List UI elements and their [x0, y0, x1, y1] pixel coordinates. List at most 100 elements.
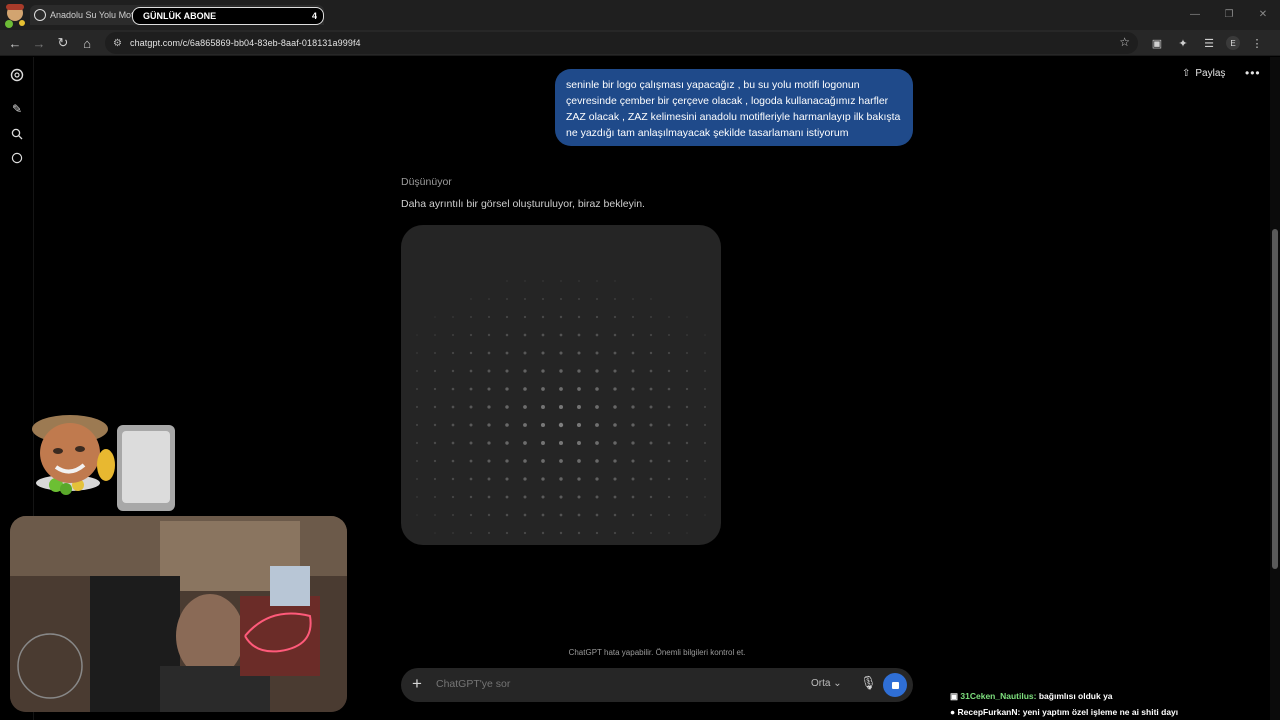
loading-dot: [487, 423, 491, 427]
loading-dot: [542, 280, 544, 282]
new-chat-icon[interactable]: ✎: [8, 100, 26, 118]
loading-dot: [487, 387, 491, 391]
minimize-icon[interactable]: —: [1178, 0, 1212, 28]
thinking-label[interactable]: Düşünüyor: [401, 176, 452, 188]
webcam-feed: [10, 516, 347, 712]
loading-dot: [649, 495, 653, 499]
loading-dot: [686, 316, 688, 318]
cast-icon[interactable]: ▣: [1148, 34, 1166, 52]
loading-dot: [631, 441, 635, 445]
more-options-icon[interactable]: •••: [1245, 66, 1261, 80]
close-icon[interactable]: ✕: [1246, 0, 1280, 28]
home-icon[interactable]: ⌂: [78, 34, 96, 52]
loading-dot: [433, 441, 437, 445]
loading-dot: [704, 514, 706, 516]
add-attachment-icon[interactable]: +: [412, 674, 422, 694]
loading-dot: [541, 369, 545, 373]
loading-dot: [649, 513, 653, 517]
site-info-icon[interactable]: ⚙: [113, 38, 122, 49]
extension-icons: ▣ ✦ ☰ E ⋮: [1148, 34, 1266, 52]
loading-dot: [613, 423, 617, 427]
chat-text: bağımlısı olduk ya: [1038, 691, 1113, 701]
loading-dot: [434, 334, 436, 336]
extensions-icon[interactable]: ✦: [1174, 34, 1192, 52]
loading-dot: [685, 441, 689, 445]
loading-dot: [577, 315, 581, 319]
prompt-input[interactable]: [436, 678, 786, 690]
loading-dot: [524, 280, 526, 282]
url-text[interactable]: chatgpt.com/c/6a865869-bb04-83eb-8aaf-01…: [130, 38, 361, 48]
reasoning-selector[interactable]: Orta ⌄: [811, 678, 842, 689]
media-icon[interactable]: ☰: [1200, 34, 1218, 52]
loading-dot: [469, 495, 473, 499]
loading-dot: [469, 423, 473, 427]
browser-menu-icon[interactable]: ⋮: [1248, 34, 1266, 52]
loading-dot: [613, 513, 617, 517]
reasoning-label: Orta: [811, 678, 831, 689]
back-icon[interactable]: ←: [6, 34, 24, 52]
forward-icon[interactable]: →: [30, 34, 48, 52]
stop-generating-button[interactable]: [883, 673, 907, 697]
loading-dot: [631, 495, 635, 499]
loading-dot: [649, 459, 653, 463]
loading-dot: [595, 495, 599, 499]
share-button[interactable]: ⇧ Paylaş: [1182, 68, 1225, 79]
search-icon[interactable]: [8, 125, 26, 143]
microphone-icon[interactable]: 🎙: [860, 675, 877, 691]
share-label: Paylaş: [1195, 68, 1226, 79]
browser-toolbar: ← → ↻ ⌂ ⚙ chatgpt.com/c/6a865869-bb04-83…: [0, 30, 1280, 56]
loading-dot: [452, 316, 454, 318]
loading-dot: [505, 441, 509, 445]
loading-dot: [541, 315, 545, 319]
loading-dot: [704, 334, 706, 336]
chat-username: 31Ceken_Nautilus:: [960, 691, 1037, 701]
bookmark-star-icon[interactable]: ☆: [1119, 35, 1130, 49]
loading-dot: [631, 315, 635, 319]
loading-dot: [576, 422, 582, 428]
profile-avatar[interactable]: E: [1226, 36, 1240, 50]
address-bar[interactable]: ⚙ chatgpt.com/c/6a865869-bb04-83eb-8aaf-…: [105, 32, 1138, 54]
loading-dot: [686, 334, 688, 336]
browser-titlebar: Anadolu Su Yolu Motifi GÜNLÜK ABONE 4 — …: [0, 0, 1280, 30]
loading-dot: [613, 405, 617, 409]
loading-dot: [577, 333, 581, 337]
loading-dot: [558, 440, 564, 446]
loading-dot: [631, 531, 635, 535]
loading-dot: [703, 423, 707, 427]
loading-dot: [577, 369, 581, 373]
loading-dot: [650, 298, 652, 300]
loading-dot: [704, 370, 706, 372]
loading-dot: [416, 370, 418, 372]
loading-dot: [613, 495, 617, 499]
loading-dot: [704, 478, 706, 480]
restore-icon[interactable]: ❐: [1212, 0, 1246, 28]
loading-dot: [613, 315, 617, 319]
loading-dot: [613, 387, 617, 391]
loading-dot: [523, 513, 527, 517]
loading-dot: [415, 423, 419, 427]
loading-dot: [577, 531, 581, 535]
openai-logo-icon[interactable]: [8, 66, 26, 84]
loading-dot: [613, 333, 617, 337]
loading-dot: [523, 441, 527, 445]
loading-dot: [470, 298, 472, 300]
loading-dot: [667, 405, 671, 409]
loading-dot: [451, 513, 455, 517]
loading-dot: [452, 532, 454, 534]
reload-icon[interactable]: ↻: [54, 34, 72, 52]
loading-dot: [595, 459, 599, 463]
loading-dot: [577, 405, 581, 409]
loading-dot: [433, 351, 437, 355]
loading-dot: [685, 369, 689, 373]
chat-bubble-icon[interactable]: [8, 149, 26, 167]
loading-dot: [595, 351, 599, 355]
loading-dot: [667, 387, 671, 391]
loading-dot: [704, 496, 706, 498]
loading-dot: [523, 387, 527, 391]
loading-dot: [649, 441, 653, 445]
loading-dot: [667, 333, 671, 337]
loading-dot: [487, 405, 491, 409]
loading-dot: [433, 423, 437, 427]
loading-dot: [469, 441, 473, 445]
scrollbar-thumb[interactable]: [1272, 229, 1278, 569]
